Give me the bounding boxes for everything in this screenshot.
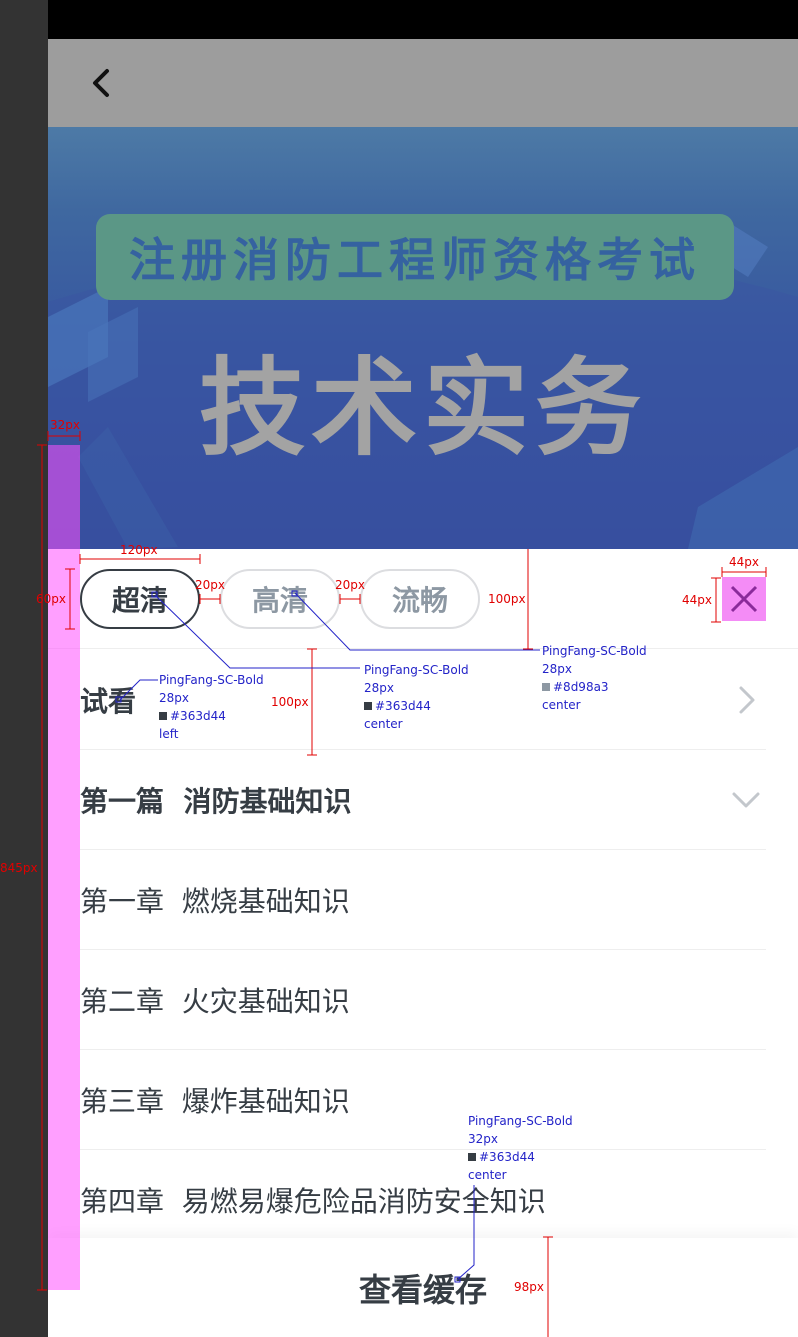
status-bar xyxy=(48,0,798,39)
chapter-row[interactable]: 第四章 易燃易爆危险品消防安全知识 xyxy=(80,1150,766,1250)
dim-label: 32px xyxy=(50,418,80,432)
dim-label: 20px xyxy=(195,578,225,592)
chapter-title: 第二章 火灾基础知识 xyxy=(80,984,350,1018)
dim-label: 98px xyxy=(514,1280,544,1294)
dim-label: 120px xyxy=(120,543,158,557)
chapter-title: 第一章 燃烧基础知识 xyxy=(80,884,350,918)
section-row[interactable]: 第一篇 消防基础知识 xyxy=(80,750,766,850)
back-button[interactable] xyxy=(82,63,122,103)
spec-font: PingFang-SC-Bold xyxy=(468,1114,573,1128)
font-spec-annotation: PingFang-SC-Bold 28px #8d98a3 center xyxy=(542,642,647,714)
spec-color: #363d44 xyxy=(479,1150,535,1164)
trial-label: 试看 xyxy=(80,684,137,718)
chevron-down-icon xyxy=(726,780,766,820)
exam-name-pill: 注册消防工程师资格考试 xyxy=(96,214,734,300)
quality-option-ultra[interactable]: 超清 xyxy=(80,569,200,629)
spec-align: center xyxy=(364,717,403,731)
quality-option-smooth[interactable]: 流畅 xyxy=(360,569,480,629)
design-canvas: 注册消防工程师资格考试 技术实务 超清 高清 流畅 试看 第一篇 消防基础知识 … xyxy=(0,0,798,1337)
chapter-row[interactable]: 第一章 燃烧基础知识 xyxy=(80,850,766,950)
spec-color: #363d44 xyxy=(170,709,226,723)
spec-font: PingFang-SC-Bold xyxy=(159,673,264,687)
canvas-gutter xyxy=(0,0,48,1337)
chapter-title: 第三章 爆炸基础知识 xyxy=(80,1084,350,1118)
course-title: 技术实务 xyxy=(199,347,647,470)
dim-label: 44px xyxy=(729,555,759,569)
view-cache-button[interactable]: 查看缓存 xyxy=(48,1238,798,1337)
chapter-row[interactable]: 第二章 火灾基础知识 xyxy=(80,950,766,1050)
chapter-row[interactable]: 第三章 爆炸基础知识 xyxy=(80,1050,766,1150)
dim-label: 845px xyxy=(0,861,38,875)
font-spec-annotation: PingFang-SC-Bold 32px #363d44 center xyxy=(468,1112,573,1184)
quality-option-high[interactable]: 高清 xyxy=(220,569,340,629)
chevron-right-icon xyxy=(726,680,766,720)
chapter-title: 第四章 易燃易爆危险品消防安全知识 xyxy=(80,1185,546,1218)
section-title: 第一篇 消防基础知识 xyxy=(80,784,352,818)
course-banner: 注册消防工程师资格考试 技术实务 xyxy=(48,127,798,549)
spec-size: 28px xyxy=(159,691,189,705)
dim-label: 100px xyxy=(488,592,526,606)
nav-bar xyxy=(48,39,798,127)
close-button[interactable] xyxy=(722,577,766,621)
font-spec-annotation: PingFang-SC-Bold 28px #363d44 left xyxy=(159,671,264,743)
close-icon xyxy=(730,585,758,613)
spec-size: 28px xyxy=(364,681,394,695)
color-swatch xyxy=(159,712,167,720)
dim-label: 100px xyxy=(271,695,309,709)
view-cache-label: 查看缓存 xyxy=(358,1270,487,1309)
spec-align: left xyxy=(159,727,179,741)
color-swatch xyxy=(542,683,550,691)
color-swatch xyxy=(468,1153,476,1161)
spec-size: 28px xyxy=(542,662,572,676)
spec-color: #8d98a3 xyxy=(553,680,609,694)
dim-label: 20px xyxy=(335,578,365,592)
spec-align: center xyxy=(468,1168,507,1182)
chevron-left-icon xyxy=(93,69,109,97)
font-spec-annotation: PingFang-SC-Bold 28px #363d44 center xyxy=(364,661,469,733)
spec-size: 32px xyxy=(468,1132,498,1146)
dim-label: 44px xyxy=(682,593,712,607)
exam-name: 注册消防工程师资格考试 xyxy=(129,233,701,287)
spec-font: PingFang-SC-Bold xyxy=(364,663,469,677)
color-swatch xyxy=(364,702,372,710)
spec-color: #363d44 xyxy=(375,699,431,713)
spec-align: center xyxy=(542,698,581,712)
dim-label: 60px xyxy=(36,592,66,606)
spacing-highlight xyxy=(48,445,80,1290)
spec-font: PingFang-SC-Bold xyxy=(542,644,647,658)
